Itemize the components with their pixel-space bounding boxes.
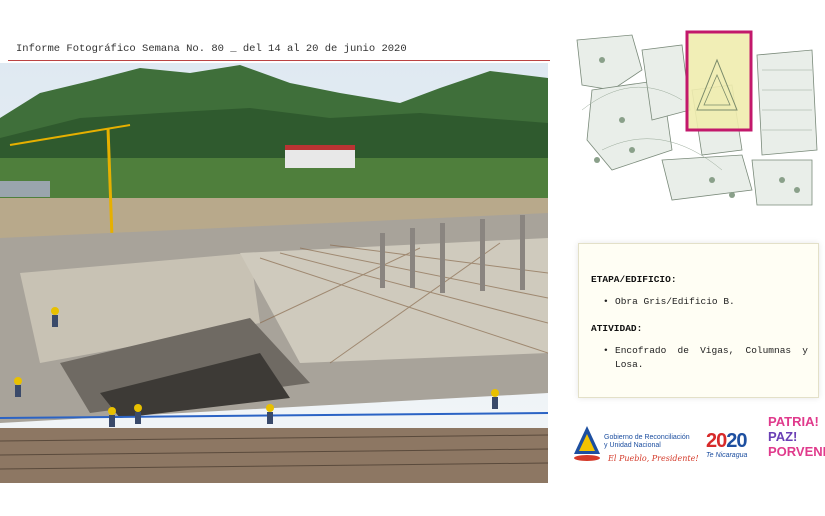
logo-strip: Gobierno de Reconciliación y Unidad Naci… bbox=[572, 412, 825, 470]
activity-heading: ATIVIDAD: bbox=[591, 323, 643, 334]
gov-name-line1: Gobierno de Reconciliación bbox=[604, 434, 690, 441]
gov-slogan: El Pueblo, Presidente! bbox=[608, 454, 699, 463]
triangle-emblem-icon bbox=[574, 426, 600, 461]
report-title: Informe Fotográfico Semana No. 80 _ del … bbox=[16, 43, 407, 55]
header-divider bbox=[8, 60, 550, 61]
year-part-b: 20 bbox=[726, 430, 747, 452]
activity-item: Encofrado de Vigas, Columnas y Losa. bbox=[603, 344, 808, 372]
stage-list: Obra Gris/Edificio B. bbox=[603, 295, 808, 309]
ppp-line2: PAZ! bbox=[768, 429, 798, 444]
stage-item: Obra Gris/Edificio B. bbox=[603, 295, 808, 309]
gov-name-line2: y Unidad Nacional bbox=[604, 442, 661, 449]
activity-list: Encofrado de Vigas, Columnas y Losa. bbox=[603, 344, 808, 372]
patria-paz-porvenir-logo: PATRIA! PAZ! PORVENIR! bbox=[768, 414, 825, 459]
year-logo: 2020 bbox=[706, 430, 748, 453]
year-subtitle: Te Nicaragua bbox=[706, 452, 748, 459]
ppp-line3: PORVENIR! bbox=[768, 444, 825, 459]
construction-site-photo bbox=[0, 63, 548, 483]
ppp-line1: PATRIA! bbox=[768, 414, 819, 429]
activity-panel: ETAPA/EDIFICIO: Obra Gris/Edificio B. AT… bbox=[578, 243, 819, 398]
stage-heading: ETAPA/EDIFICIO: bbox=[591, 274, 677, 285]
government-logo: Gobierno de Reconciliación y Unidad Naci… bbox=[572, 418, 702, 468]
site-plan-map bbox=[572, 30, 820, 208]
year-part-a: 20 bbox=[706, 430, 727, 452]
